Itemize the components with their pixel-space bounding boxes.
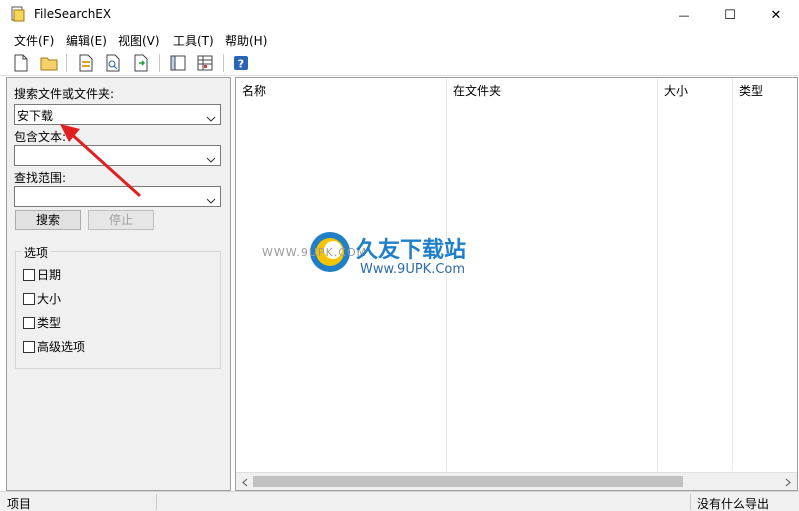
search-name-value: 安下载 xyxy=(17,109,54,123)
status-export: 没有什么导出 xyxy=(697,497,770,511)
panel-icon[interactable] xyxy=(167,52,189,74)
scroll-left-icon[interactable] xyxy=(239,476,251,488)
svg-text:?: ? xyxy=(238,58,244,71)
search-name-combo[interactable]: 安下载 xyxy=(14,104,221,125)
option-size[interactable]: 大小 xyxy=(23,290,61,307)
scroll-right-icon[interactable] xyxy=(782,476,794,488)
export-icon[interactable] xyxy=(130,52,152,74)
menu-file[interactable]: 文件(F) xyxy=(12,32,56,49)
search-panel: 搜索文件或文件夹: 安下载 包含文本: 查找范围: 搜索 停止 选项 日期 大小 xyxy=(6,77,231,491)
window-title: FileSearchEX xyxy=(34,7,112,21)
minimize-icon: — xyxy=(678,8,690,22)
chevron-down-icon[interactable] xyxy=(206,111,216,125)
option-advanced[interactable]: 高级选项 xyxy=(23,338,85,355)
search-name-label: 搜索文件或文件夹: xyxy=(14,87,115,101)
option-date[interactable]: 日期 xyxy=(23,266,61,283)
option-label: 日期 xyxy=(37,268,62,282)
help-icon[interactable]: ? xyxy=(230,52,252,74)
close-button[interactable]: ✕ xyxy=(753,0,799,30)
menu-edit[interactable]: 编辑(E) xyxy=(64,32,109,49)
menu-bar: 文件(F) 编辑(E) 视图(V) 工具(T) 帮助(H) xyxy=(0,30,799,50)
title-bar: FileSearchEX — ☐ ✕ xyxy=(0,0,799,30)
open-folder-icon[interactable] xyxy=(38,52,60,74)
stop-button[interactable]: 停止 xyxy=(88,210,154,230)
toolbar-separator xyxy=(223,54,224,72)
column-header-size[interactable]: 大小 xyxy=(664,82,688,99)
type-checkbox[interactable] xyxy=(23,316,35,329)
column-divider[interactable] xyxy=(657,78,658,471)
options-title: 选项 xyxy=(22,244,51,261)
menu-tools[interactable]: 工具(T) xyxy=(171,32,216,49)
search-scope-combo[interactable] xyxy=(14,186,221,207)
status-bar: 项目 没有什么导出 xyxy=(0,491,799,511)
status-divider xyxy=(156,494,157,510)
results-panel: 名称 在文件夹 大小 类型 xyxy=(235,77,798,491)
column-divider[interactable] xyxy=(732,78,733,471)
contains-text-label: 包含文本: xyxy=(14,130,67,144)
option-type[interactable]: 类型 xyxy=(23,314,61,331)
toolbar-separator xyxy=(159,54,160,72)
horizontal-scrollbar[interactable] xyxy=(236,472,797,490)
option-label: 类型 xyxy=(37,316,62,330)
options-group: 选项 日期 大小 类型 高级选项 xyxy=(15,244,221,369)
menu-view[interactable]: 视图(V) xyxy=(116,32,162,49)
grid-icon[interactable] xyxy=(194,52,216,74)
status-divider xyxy=(690,494,691,510)
option-label: 高级选项 xyxy=(37,340,86,354)
chevron-down-icon[interactable] xyxy=(206,152,216,166)
column-header-folder[interactable]: 在文件夹 xyxy=(453,82,501,99)
app-icon xyxy=(10,6,26,22)
date-checkbox[interactable] xyxy=(23,268,35,281)
contains-text-combo[interactable] xyxy=(14,145,221,166)
status-items: 项目 xyxy=(7,497,32,511)
close-icon: ✕ xyxy=(770,7,782,23)
column-header-type[interactable]: 类型 xyxy=(739,82,763,99)
search-button[interactable]: 搜索 xyxy=(15,210,81,230)
preview-icon[interactable] xyxy=(102,52,124,74)
column-divider[interactable] xyxy=(446,78,447,471)
scroll-thumb[interactable] xyxy=(253,476,683,487)
toolbar-separator xyxy=(66,54,67,72)
menu-help[interactable]: 帮助(H) xyxy=(223,32,269,49)
document-icon[interactable] xyxy=(75,52,97,74)
advanced-checkbox[interactable] xyxy=(23,340,35,353)
results-header: 名称 在文件夹 大小 类型 xyxy=(236,78,797,100)
option-label: 大小 xyxy=(37,292,62,306)
toolbar: ? xyxy=(0,50,799,76)
search-scope-label: 查找范围: xyxy=(14,171,67,185)
chevron-down-icon[interactable] xyxy=(206,193,216,207)
new-file-icon[interactable] xyxy=(10,52,32,74)
maximize-button[interactable]: ☐ xyxy=(707,0,753,30)
column-header-name[interactable]: 名称 xyxy=(242,82,266,99)
size-checkbox[interactable] xyxy=(23,292,35,305)
maximize-icon: ☐ xyxy=(724,7,736,23)
minimize-button[interactable]: — xyxy=(661,0,707,30)
